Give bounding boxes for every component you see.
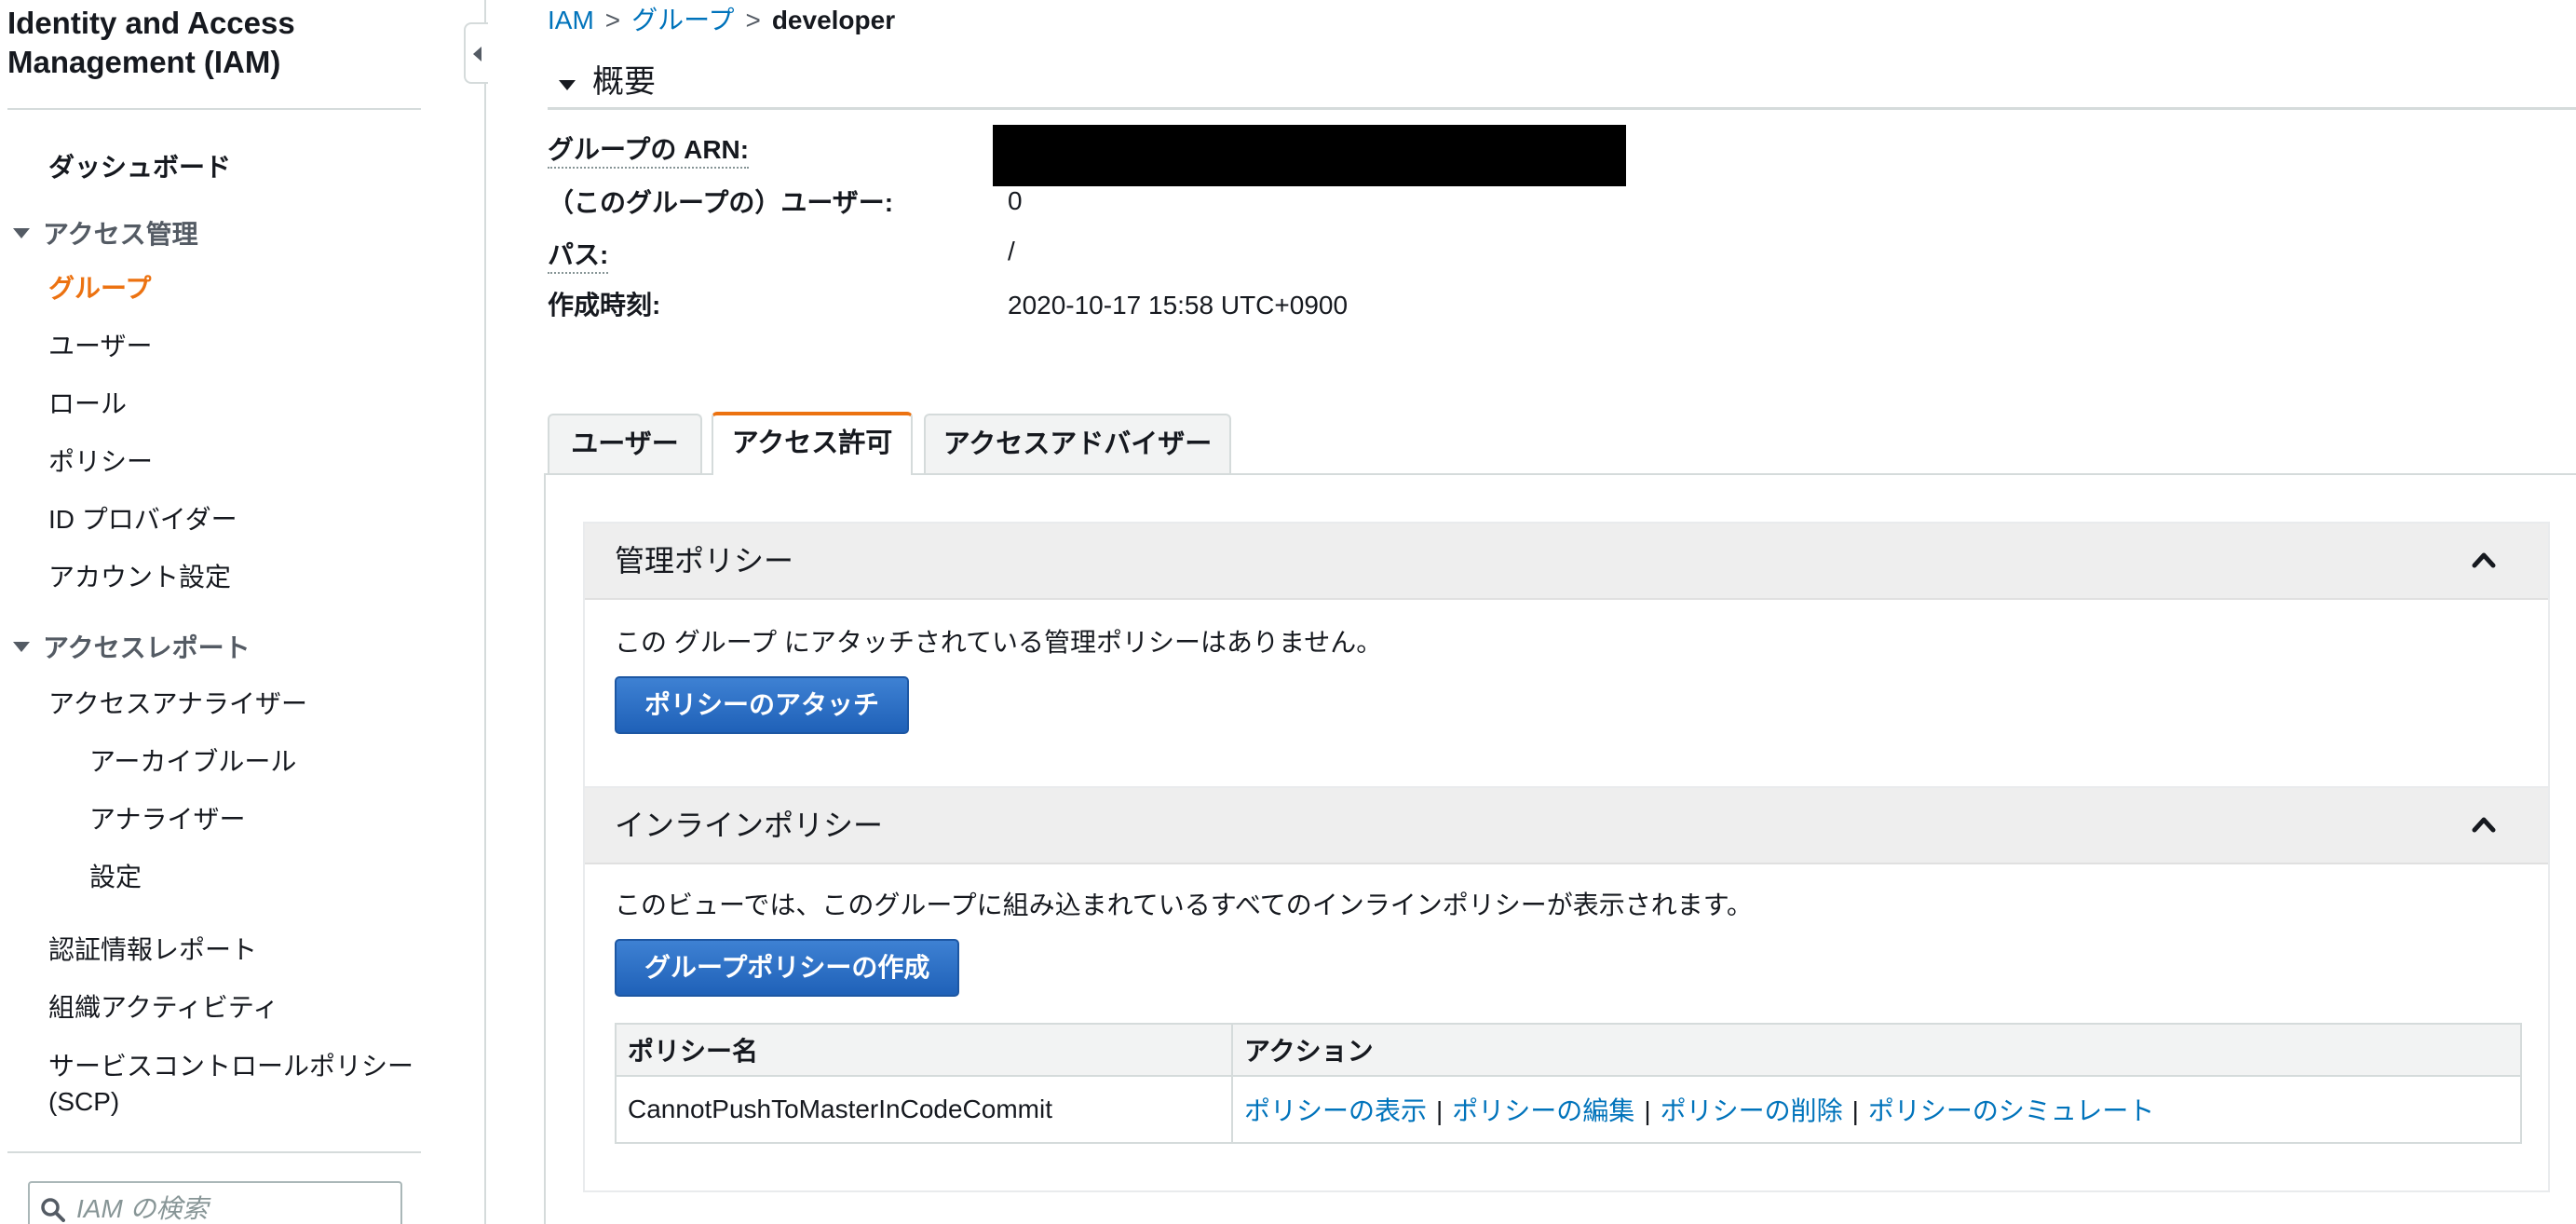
sidebar-item-access-analyzer[interactable]: アクセスアナライザー: [48, 687, 307, 721]
iam-search-input[interactable]: [76, 1192, 393, 1224]
creation-time-label: 作成時刻:: [548, 291, 661, 320]
main-content: IAM > グループ > developer 概要 グループの ARN: （このグループ…: [486, 0, 2576, 1224]
action-separator: |: [1851, 1096, 1859, 1125]
tab-users[interactable]: ユーザー: [548, 414, 702, 475]
sidebar-item-credential-report[interactable]: 認証情報レポート: [48, 933, 257, 967]
sidebar: Identity and Access Management (IAM) ダッシ…: [0, 0, 486, 1224]
create-group-policy-button[interactable]: グループポリシーの作成: [615, 939, 960, 997]
action-separator: |: [1436, 1096, 1444, 1125]
search-icon: [41, 1198, 65, 1222]
inline-policies-message: このビューでは、このグループに組み込まれているすべてのインラインポリシーが表示さ…: [615, 891, 1753, 919]
path-value: /: [1008, 237, 1015, 265]
edit-policy-link[interactable]: ポリシーの編集: [1452, 1096, 1634, 1125]
inline-policies-table: ポリシー名 アクション CannotPushToMasterInCodeComm…: [615, 1023, 2522, 1144]
sidebar-title[interactable]: Identity and Access Management (IAM): [7, 4, 417, 82]
inline-policies-section: インラインポリシー このビューでは、このグループに組み込まれているすべてのインラ…: [583, 786, 2550, 1192]
managed-policies-title: 管理ポリシー: [615, 544, 794, 578]
sidebar-divider: [7, 108, 421, 110]
group-users-value: 0: [1008, 186, 1023, 215]
group-users-label: （このグループの）ユーザー:: [548, 188, 894, 217]
permissions-panel: 管理ポリシー この グループ にアタッチされている管理ポリシーはありません。 ポ…: [544, 473, 2576, 1224]
tab-access-advisor[interactable]: アクセスアドバイザー: [924, 414, 1231, 475]
caret-down-icon: [559, 80, 576, 91]
iam-search-box[interactable]: [28, 1181, 402, 1224]
sidebar-item-archive-rules[interactable]: アーカイブルール: [89, 745, 296, 779]
sidebar-item-analyzers[interactable]: アナライザー: [89, 803, 245, 836]
simulate-policy-link[interactable]: ポリシーのシミュレート: [1868, 1096, 2154, 1125]
sidebar-item-scp-line2: (SCP): [48, 1087, 120, 1116]
sidebar-item-users[interactable]: ユーザー: [48, 330, 152, 363]
sidebar-item-policies[interactable]: ポリシー: [48, 445, 153, 479]
sidebar-title-line2: Management (IAM): [7, 45, 281, 79]
sidebar-item-scp-line1: サービスコントロールポリシー: [48, 1052, 414, 1081]
creation-time-value: 2020-10-17 15:58 UTC+0900: [1008, 291, 1349, 320]
table-row: CannotPushToMasterInCodeCommit ポリシーの表示 | ポ…: [615, 1075, 2522, 1144]
sidebar-collapse-toggle[interactable]: [464, 22, 488, 84]
chevron-up-icon[interactable]: [2472, 812, 2496, 836]
breadcrumb-iam[interactable]: IAM: [548, 6, 594, 34]
breadcrumb-separator: >: [604, 6, 621, 34]
policy-actions-cell: ポリシーの表示 | ポリシーの編集 | ポリシーの削除 | ポリシーのシミュレート: [1231, 1075, 2522, 1144]
sidebar-title-line1: Identity and Access: [7, 6, 295, 40]
caret-down-icon: [13, 228, 30, 239]
redacted-arn-value: [993, 125, 1626, 186]
column-header-actions: アクション: [1231, 1023, 2522, 1077]
sidebar-item-groups[interactable]: グループ: [48, 272, 151, 306]
sidebar-item-organization-activity[interactable]: 組織アクティビティ: [48, 991, 278, 1025]
sidebar-item-analyzer-settings[interactable]: 設定: [89, 861, 142, 894]
policy-name-cell: CannotPushToMasterInCodeCommit: [615, 1075, 1233, 1144]
column-header-policy-name[interactable]: ポリシー名: [615, 1023, 1233, 1077]
breadcrumb-current: developer: [771, 6, 896, 34]
sidebar-section-label: アクセス管理: [43, 220, 198, 249]
delete-policy-link[interactable]: ポリシーの削除: [1661, 1096, 1843, 1125]
breadcrumb-groups[interactable]: グループ: [631, 6, 734, 34]
inline-policies-title: インラインポリシー: [615, 809, 884, 842]
attach-policy-button[interactable]: ポリシーのアタッチ: [615, 676, 910, 734]
summary-title: 概要: [592, 64, 656, 100]
summary-section-toggle[interactable]: 概要: [548, 61, 2576, 110]
managed-policies-section: 管理ポリシー この グループ にアタッチされている管理ポリシーはありません。 ポ…: [583, 522, 2550, 788]
sidebar-section-access-reports[interactable]: アクセスレポート: [13, 632, 251, 665]
sidebar-item-dashboard[interactable]: ダッシュボード: [48, 151, 231, 184]
collapse-left-icon: [473, 47, 481, 61]
table-header-row: ポリシー名 アクション: [615, 1023, 2522, 1077]
group-arn-label: グループの ARN:: [548, 133, 750, 169]
managed-policies-message: この グループ にアタッチされている管理ポリシーはありません。: [615, 628, 1383, 657]
sidebar-divider: [7, 1151, 421, 1153]
path-label: パス:: [548, 238, 609, 274]
sidebar-section-access-management[interactable]: アクセス管理: [13, 218, 198, 252]
action-separator: |: [1644, 1096, 1651, 1125]
sidebar-item-scp[interactable]: サービスコントロールポリシー (SCP): [48, 1049, 414, 1120]
sidebar-section-label: アクセスレポート: [43, 633, 251, 662]
breadcrumb: IAM > グループ > developer: [548, 4, 895, 37]
caret-down-icon: [13, 642, 30, 653]
chevron-up-icon[interactable]: [2472, 548, 2496, 572]
show-policy-link[interactable]: ポリシーの表示: [1244, 1096, 1427, 1125]
sidebar-item-account-settings[interactable]: アカウント設定: [48, 561, 231, 594]
tab-permissions[interactable]: アクセス許可: [712, 412, 913, 475]
sidebar-item-id-providers[interactable]: ID プロバイダー: [48, 503, 237, 537]
managed-policies-header[interactable]: 管理ポリシー: [585, 524, 2548, 600]
inline-policies-header[interactable]: インラインポリシー: [585, 788, 2548, 864]
sidebar-item-roles[interactable]: ロール: [48, 388, 127, 421]
breadcrumb-separator: >: [745, 6, 761, 34]
